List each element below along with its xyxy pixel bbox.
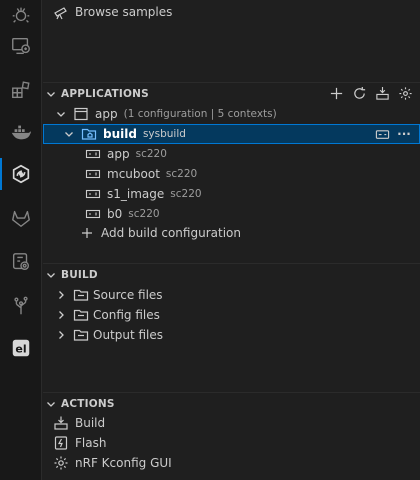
image-icon (85, 206, 101, 222)
build-section-title: BUILD (61, 268, 98, 281)
action-kconfig-gui[interactable]: nRF Kconfig GUI (43, 453, 420, 473)
chevron-right-icon (53, 307, 69, 323)
chevron-down-icon (61, 126, 77, 142)
image-board: sc220 (165, 168, 198, 180)
application-meta: (1 configuration | 5 contexts) (123, 108, 277, 120)
build-tree-item-label: Output files (93, 328, 164, 342)
source-tree-icon[interactable] (0, 286, 42, 326)
chevron-right-icon (53, 327, 69, 343)
add-build-configuration-button[interactable]: Add build configuration (43, 223, 420, 243)
application-row-app[interactable]: app (1 configuration | 5 contexts) (43, 104, 420, 124)
build-icon (53, 415, 69, 431)
application-window-icon (73, 106, 89, 122)
el-icon[interactable]: el (0, 328, 42, 368)
applications-header-actions (328, 85, 414, 102)
build-tree-item-label: Source files (93, 288, 163, 302)
build-section-header[interactable]: BUILD (43, 263, 420, 285)
image-row[interactable]: mcuboot sc220 (43, 164, 420, 184)
folder-icon (73, 287, 89, 303)
build-tree-item[interactable]: Source files (43, 285, 420, 305)
chevron-down-icon (43, 267, 59, 283)
action-build-label: Build (75, 416, 106, 430)
browse-samples-item[interactable]: Browse samples (43, 2, 420, 22)
refresh-icon[interactable] (351, 85, 368, 102)
settings-gear-icon[interactable] (397, 85, 414, 102)
action-flash[interactable]: Flash (43, 433, 420, 453)
side-panel: Browse samples APPLICATIONS app (1 confi… (43, 0, 420, 480)
gear-icon (53, 455, 69, 471)
applications-title: APPLICATIONS (61, 87, 149, 100)
nrf-connect-icon[interactable] (0, 154, 42, 194)
image-board: sc220 (128, 208, 160, 220)
folder-icon (73, 307, 89, 323)
image-name: s1_image (107, 187, 165, 201)
flash-icon (53, 435, 69, 451)
build-all-icon[interactable] (374, 85, 391, 102)
image-icon (85, 186, 101, 202)
el-icon-label: el (15, 343, 26, 356)
image-icon (85, 146, 101, 162)
gitlab-icon[interactable] (0, 198, 42, 238)
image-name: b0 (107, 207, 123, 221)
image-name: mcuboot (107, 167, 160, 181)
actions-section-header[interactable]: ACTIONS (43, 392, 420, 414)
chevron-down-icon (53, 106, 69, 122)
browse-samples-label: Browse samples (75, 5, 173, 19)
chevron-down-icon (43, 396, 59, 412)
docker-icon[interactable] (0, 112, 42, 152)
action-flash-label: Flash (75, 436, 107, 450)
more-actions-icon[interactable]: ··· (396, 126, 412, 142)
folder-icon (73, 327, 89, 343)
remote-explorer-icon[interactable] (0, 26, 42, 66)
image-row[interactable]: s1_image sc220 (43, 184, 420, 204)
telescope-icon (53, 4, 69, 20)
build-row-actions: ··· (374, 126, 412, 142)
activity-bar: el (0, 0, 42, 480)
actions-section-title: ACTIONS (61, 397, 115, 410)
build-tree-item-label: Config files (93, 308, 160, 322)
chevron-down-icon (43, 86, 59, 102)
build-tree-item[interactable]: Config files (43, 305, 420, 325)
image-board: sc220 (170, 188, 202, 200)
add-icon[interactable] (328, 85, 345, 102)
build-tree-item[interactable]: Output files (43, 325, 420, 345)
applications-section-header[interactable]: APPLICATIONS (43, 82, 420, 104)
application-name: app (95, 107, 118, 121)
extensions-icon[interactable] (0, 70, 42, 110)
add-build-configuration-label: Add build configuration (101, 226, 241, 240)
image-icon (85, 166, 101, 182)
action-kconfig-gui-label: nRF Kconfig GUI (75, 456, 172, 470)
folder-build-icon (81, 126, 97, 142)
device-settings-icon[interactable] (0, 242, 42, 282)
build-name: build (103, 127, 137, 141)
image-row[interactable]: b0 sc220 (43, 204, 420, 224)
build-configuration-row[interactable]: build sysbuild ··· (43, 124, 420, 144)
action-build[interactable]: Build (43, 413, 420, 433)
image-row[interactable]: app sc220 (43, 144, 420, 164)
image-board: sc220 (135, 148, 167, 160)
build-tag: sysbuild (142, 128, 186, 140)
add-icon (79, 225, 95, 241)
image-name: app (107, 147, 130, 161)
chevron-right-icon (53, 287, 69, 303)
build-settings-icon[interactable] (374, 126, 390, 142)
